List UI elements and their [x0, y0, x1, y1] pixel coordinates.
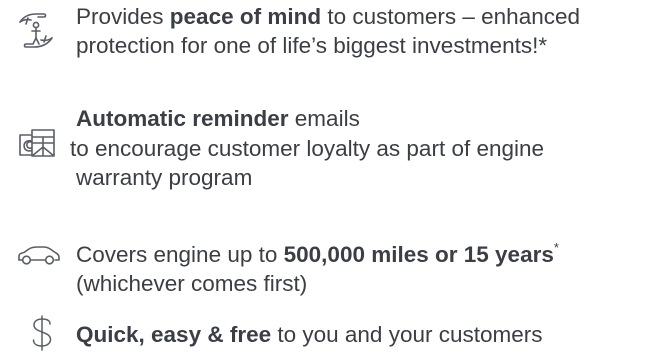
benefit-text: Quick, easy & free to you and your custo…: [76, 320, 543, 349]
line-2: protection for one of life’s biggest inv…: [76, 33, 548, 58]
benefit-text: Covers engine up to 500,000 miles or 15 …: [76, 240, 559, 298]
email-reminder-icon: [18, 127, 58, 163]
benefit-text-continued: to encourage customer loyalty as part of…: [70, 134, 544, 192]
bold-phrase: Automatic reminder: [76, 106, 289, 131]
line-3: warranty program: [76, 165, 253, 190]
line-1: Quick, easy & free to you and your custo…: [76, 322, 543, 347]
bold-phrase: 500,000 miles or 15 years: [283, 242, 554, 267]
bold-phrase: Quick, easy & free: [76, 322, 272, 347]
line-2: (whichever comes first): [76, 271, 308, 296]
line-2: to encourage customer loyalty as part of…: [70, 136, 545, 161]
line-1: Automatic reminder emails: [76, 106, 360, 131]
dollar-sign-icon: [30, 314, 54, 352]
line-1: Covers engine up to 500,000 miles or 15 …: [76, 239, 559, 268]
asterisk: *: [553, 239, 559, 255]
hand-holding-person-icon: [14, 8, 58, 52]
bold-phrase: peace of mind: [169, 4, 322, 29]
car-icon: [16, 243, 62, 267]
benefit-text: Automatic reminder emails: [76, 104, 360, 133]
benefit-text: Provides peace of mind to customers – en…: [76, 2, 580, 60]
line-1: Provides peace of mind to customers – en…: [76, 4, 580, 29]
